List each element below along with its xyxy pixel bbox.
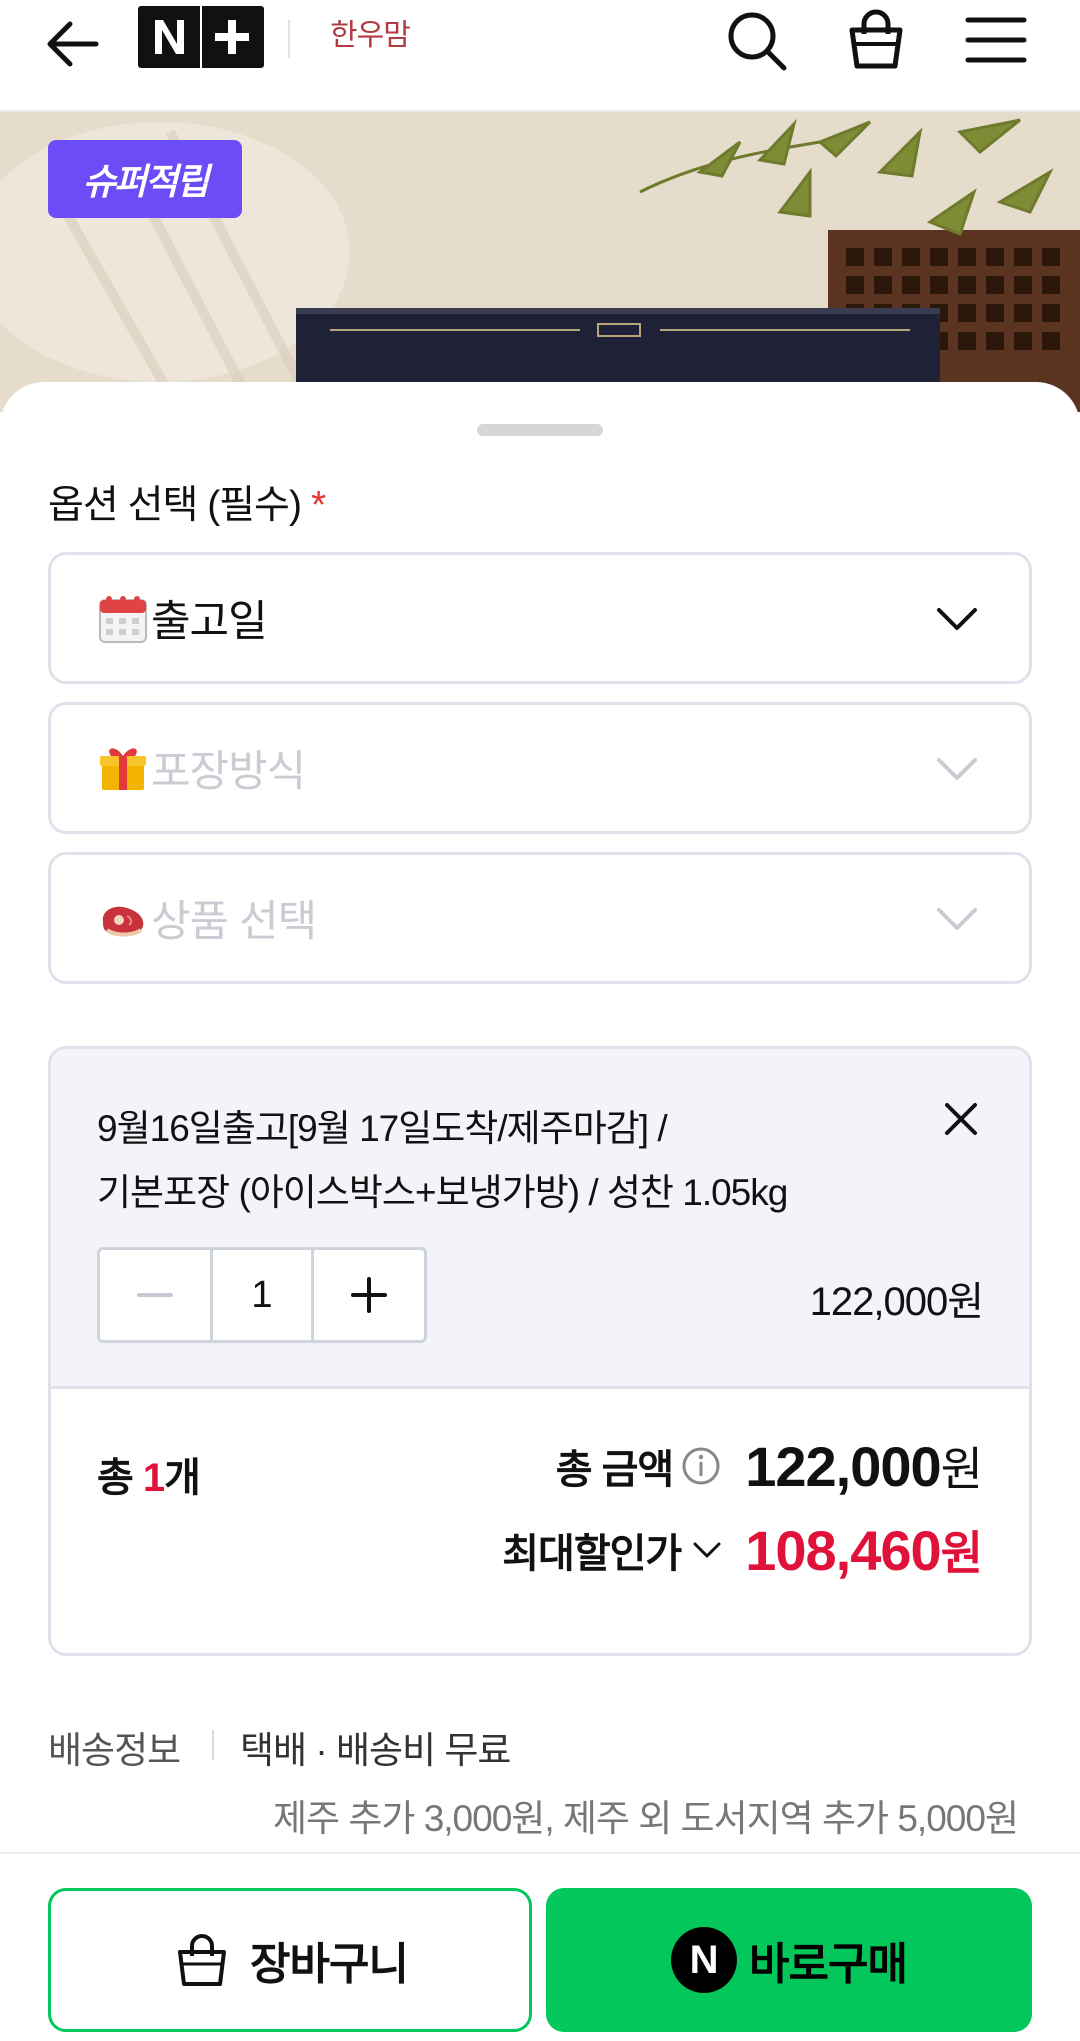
shopping-bag-icon[interactable] — [840, 4, 912, 76]
packaging-select[interactable]: 포장방식 — [48, 702, 1032, 834]
selected-item-card: 9월16일출고[9월 17일도착/제주마감] / 기본포장 (아이스박스+보냉가… — [48, 1046, 1032, 1656]
shipping-info-value: 택배 · 배송비 무료 — [240, 1730, 511, 1771]
chevron-down-icon — [693, 1542, 721, 1558]
total-count-number: 1 — [142, 1456, 165, 1500]
brand-logo[interactable]: 한우맘 — [330, 10, 411, 54]
product-label: 상품 선택 — [151, 898, 317, 946]
info-icon[interactable] — [681, 1446, 721, 1486]
gift-icon — [100, 748, 146, 790]
back-arrow-icon[interactable] — [44, 16, 104, 72]
shipping-extra-fee: 제주 추가 3,000원, 제주 외 도서지역 추가 5,000원 — [272, 1798, 1019, 1839]
selected-item-detail: 9월16일출고[9월 17일도착/제주마감] / 기본포장 (아이스박스+보냉가… — [51, 1049, 1029, 1389]
calendar-icon — [99, 596, 147, 643]
increase-button[interactable] — [314, 1250, 424, 1340]
menu-icon[interactable] — [960, 4, 1032, 76]
shopping-bag-icon — [178, 1934, 227, 1986]
ship-date-select[interactable]: 출고일 — [48, 552, 1032, 684]
plus-icon — [351, 1277, 387, 1313]
buy-now-button[interactable]: N 바로구매 — [546, 1888, 1032, 2032]
total-count-prefix: 총 — [97, 1456, 143, 1500]
add-to-cart-button[interactable]: 장바구니 — [48, 1888, 532, 2032]
shipping-divider — [212, 1730, 214, 1760]
decrease-button[interactable] — [100, 1250, 210, 1340]
required-mark: * — [310, 484, 326, 527]
item-price: 122,000원 — [809, 1280, 984, 1324]
header-divider — [288, 20, 290, 58]
chevron-down-icon — [937, 758, 977, 780]
option-title-text: 옵션 선택 (필수) — [48, 484, 302, 527]
total-amount-currency: 원 — [940, 1443, 983, 1495]
option-bottom-sheet: 옵션 선택 (필수) * 출고일 포장방식 상품 선택 9월16일출고[9월 1… — [0, 382, 1080, 2041]
top-app-bar: 한우맘 — [0, 0, 1080, 112]
naver-n-icon: N — [671, 1927, 738, 1993]
chevron-down-icon — [937, 908, 977, 930]
quantity-stepper: 1 — [97, 1247, 427, 1343]
max-discount-value: 108,460 — [745, 1518, 941, 1582]
max-discount-currency: 원 — [940, 1527, 983, 1579]
ship-date-label: 출고일 — [151, 598, 268, 646]
sheet-drag-handle[interactable] — [477, 424, 603, 436]
product-hero-image: 슈퍼적립 — [0, 112, 1080, 412]
selected-item-name: 9월16일출고[9월 17일도착/제주마감] / 기본포장 (아이스박스+보냉가… — [97, 1097, 897, 1225]
total-amount-label: 총 금액 — [555, 1448, 675, 1492]
page: 한우맘 슈퍼적립 옵션 선택 (필수) * 출고일 포장방식 상품 선택 9월1… — [0, 0, 1080, 2041]
item-name-line1: 9월16일출고[9월 17일도착/제주마감] / — [97, 1108, 668, 1149]
max-discount-label: 최대할인가 — [502, 1532, 682, 1576]
search-icon[interactable] — [720, 4, 792, 76]
meat-icon — [102, 906, 144, 937]
quantity-value[interactable]: 1 — [210, 1250, 314, 1340]
add-to-cart-label: 장바구니 — [250, 1940, 409, 1989]
bottom-action-bar: 장바구니 N 바로구매 — [0, 1852, 1080, 2041]
super-reward-badge: 슈퍼적립 — [48, 140, 242, 218]
minus-icon — [137, 1293, 173, 1297]
naver-plus-logo[interactable] — [138, 6, 264, 68]
total-count: 총 1개 — [97, 1445, 201, 1503]
item-name-line2: 기본포장 (아이스박스+보냉가방) / 성찬 1.05kg — [97, 1172, 788, 1213]
option-section-title: 옵션 선택 (필수) * — [48, 474, 326, 530]
total-amount-row: 총 금액 122,000 원 — [556, 1433, 983, 1499]
total-count-suffix: 개 — [164, 1456, 201, 1500]
packaging-label: 포장방식 — [151, 748, 306, 796]
max-discount-row[interactable]: 최대할인가 108,460 원 — [502, 1517, 983, 1583]
total-amount-value: 122,000 — [745, 1434, 941, 1498]
close-icon[interactable] — [939, 1097, 983, 1141]
buy-now-label: 바로구매 — [749, 1940, 908, 1989]
chevron-down-icon — [937, 608, 977, 630]
shipping-info-label: 배송정보 — [48, 1730, 181, 1771]
product-select[interactable]: 상품 선택 — [48, 852, 1032, 984]
